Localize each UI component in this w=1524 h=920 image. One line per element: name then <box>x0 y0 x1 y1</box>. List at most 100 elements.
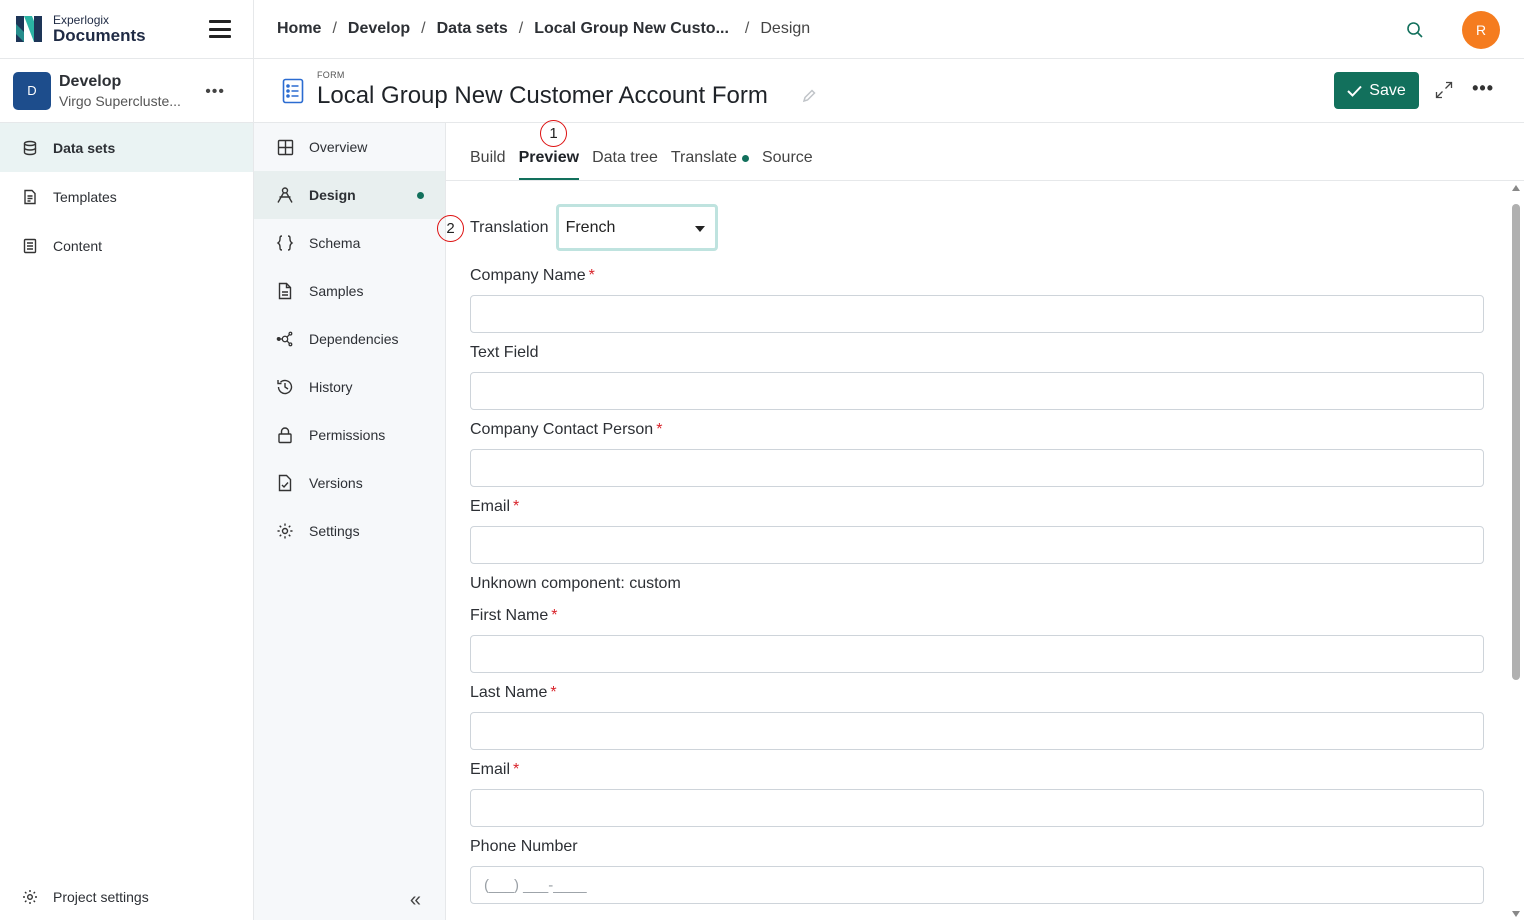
search-icon[interactable] <box>1406 21 1424 39</box>
collapse-subnav-icon[interactable]: « <box>410 889 421 912</box>
form-field: Company Contact Person * <box>470 421 1484 487</box>
tab-build[interactable]: Build <box>470 149 506 180</box>
subnav-item-design[interactable]: Design <box>254 171 445 219</box>
project-settings-label: Project settings <box>53 889 149 905</box>
subnav-item-label: Versions <box>309 475 363 491</box>
page-header: FORM Local Group New Customer Account Fo… <box>254 59 1524 123</box>
subnav-item-versions[interactable]: Versions <box>254 459 445 507</box>
design-tabs: Build Preview Data tree Translate Source <box>446 123 1524 181</box>
translation-value: French <box>565 218 616 236</box>
template-icon <box>22 189 38 205</box>
project-switcher[interactable]: D Develop Virgo Supercluste... ••• <box>0 59 253 123</box>
sidebar-item-label: Content <box>53 237 103 254</box>
tab-translate[interactable]: Translate <box>671 149 749 180</box>
unknown-component-text: Unknown component: custom <box>470 575 681 592</box>
subnav-item-label: Permissions <box>309 427 386 443</box>
first-name-input[interactable] <box>470 635 1484 673</box>
check-icon <box>1347 85 1362 97</box>
company-name-input[interactable] <box>470 295 1484 333</box>
brand-name: Documents <box>53 26 146 45</box>
menu-toggle-icon[interactable] <box>209 20 231 38</box>
subnav-item-samples[interactable]: Samples <box>254 267 445 315</box>
breadcrumb-develop[interactable]: Develop <box>348 20 410 38</box>
breadcrumb-data-set[interactable]: Local Group New Custo... <box>534 20 729 38</box>
form-icon <box>282 78 304 104</box>
subnav-item-permissions[interactable]: Permissions <box>254 411 445 459</box>
translation-label: Translation <box>470 218 549 236</box>
project-avatar: D <box>13 71 51 110</box>
breadcrumb-home[interactable]: Home <box>277 20 321 38</box>
content-icon <box>22 238 38 254</box>
field-label: Email * <box>470 498 520 515</box>
translation-select[interactable]: French <box>555 204 718 251</box>
scroll-thumb[interactable] <box>1512 204 1520 680</box>
breadcrumb-separator: / <box>744 20 750 37</box>
pencil-icon[interactable] <box>802 89 816 103</box>
chevron-down-icon <box>694 226 705 232</box>
tab-data-tree[interactable]: Data tree <box>592 149 658 180</box>
save-button[interactable]: Save <box>1334 72 1419 109</box>
subnav-item-label: History <box>309 379 353 395</box>
form-field: Email * <box>470 498 1484 564</box>
breadcrumb-separator: / <box>332 20 337 37</box>
subnav-item-label: Dependencies <box>309 331 399 347</box>
breadcrumb-current: Design <box>760 20 811 37</box>
gear-icon <box>276 522 294 540</box>
design-subnav: Overview Design Schema Samples Dependenc… <box>254 123 446 920</box>
field-label: First Name * <box>470 607 558 624</box>
contact-email-input[interactable] <box>470 789 1484 827</box>
sidebar-item-label: Templates <box>53 188 117 205</box>
tab-source[interactable]: Source <box>762 149 813 180</box>
grid-icon <box>276 138 294 156</box>
subnav-item-label: Settings <box>309 523 360 539</box>
brand-small-text: Experlogix <box>53 13 110 27</box>
form-field: First Name * <box>470 607 1484 673</box>
form-field: Email * <box>470 761 1484 827</box>
avatar[interactable]: R <box>1462 11 1500 49</box>
form-preview: Translation French Company Name * Text Fi… <box>446 181 1508 920</box>
subnav-item-schema[interactable]: Schema <box>254 219 445 267</box>
expand-icon[interactable] <box>1435 81 1453 99</box>
sidebar-item-content[interactable]: Content <box>0 221 253 270</box>
breadcrumb-data-sets[interactable]: Data sets <box>437 20 508 38</box>
form-field: Company Name * <box>470 267 1484 333</box>
subnav-item-label: Design <box>309 187 356 203</box>
subnav-item-label: Overview <box>309 139 368 155</box>
tab-preview[interactable]: Preview <box>518 149 580 180</box>
sidebar-item-templates[interactable]: Templates <box>0 172 253 221</box>
text-field-input[interactable] <box>470 372 1484 410</box>
project-name: Develop <box>59 72 122 90</box>
form-field: Last Name * <box>470 684 1484 750</box>
scrollbar[interactable] <box>1510 185 1522 920</box>
scroll-up-icon[interactable] <box>1512 185 1520 191</box>
scroll-down-icon[interactable] <box>1512 911 1520 917</box>
status-dot <box>417 192 424 199</box>
subnav-item-overview[interactable]: Overview <box>254 123 445 171</box>
file-check-icon <box>276 474 294 492</box>
breadcrumb: Home / Develop / Data sets / Local Group… <box>254 0 1524 59</box>
more-options-icon[interactable]: ••• <box>1472 78 1494 99</box>
email-input[interactable] <box>470 526 1484 564</box>
database-icon <box>22 140 38 156</box>
form-field: Phone Number (___) ___-____ <box>470 838 1484 904</box>
gear-icon <box>22 889 38 905</box>
annotation-marker-2: 2 <box>437 215 464 242</box>
company-contact-person-input[interactable] <box>470 449 1484 487</box>
subnav-item-dependencies[interactable]: Dependencies <box>254 315 445 363</box>
field-label: Company Name * <box>470 267 595 284</box>
phone-number-input[interactable]: (___) ___-____ <box>470 866 1484 904</box>
subnav-item-history[interactable]: History <box>254 363 445 411</box>
lock-icon <box>276 426 294 444</box>
translation-row: Translation French <box>470 204 718 251</box>
sidebar-item-label: Data sets <box>53 139 116 156</box>
last-name-input[interactable] <box>470 712 1484 750</box>
project-settings-link[interactable]: Project settings <box>0 882 253 912</box>
network-icon <box>276 330 294 348</box>
breadcrumb-separator: / <box>518 20 524 37</box>
subnav-item-label: Schema <box>309 235 361 251</box>
project-more-icon[interactable]: ••• <box>205 83 225 101</box>
field-label: Email * <box>470 761 520 778</box>
sidebar-item-data-sets[interactable]: Data sets <box>0 123 253 172</box>
subnav-item-settings[interactable]: Settings <box>254 507 445 555</box>
save-button-label: Save <box>1369 81 1406 99</box>
